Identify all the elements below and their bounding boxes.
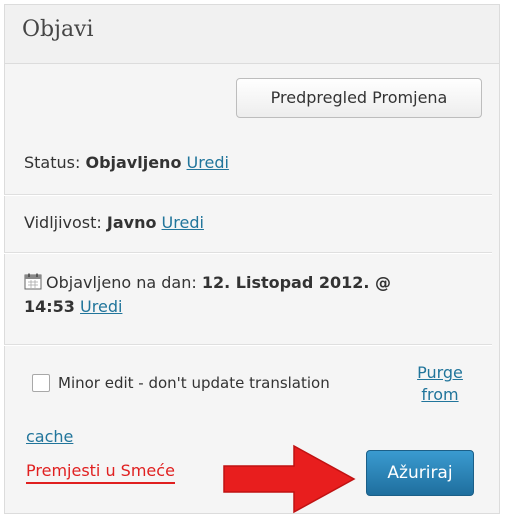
purge-cache-link-part1[interactable]: Purge from xyxy=(410,362,470,406)
status-value: Objavljeno xyxy=(85,153,182,172)
visibility-value: Javno xyxy=(106,213,157,232)
divider-highlight xyxy=(4,253,492,254)
calendar-icon xyxy=(24,273,42,296)
visibility-edit-link[interactable]: Uredi xyxy=(162,213,204,232)
purge-cache-link-part2[interactable]: cache xyxy=(26,426,73,448)
purge-cache-link-line3[interactable]: cache xyxy=(26,427,73,446)
visibility-label: Vidljivost: xyxy=(24,213,102,232)
preview-changes-button[interactable]: Predpregled Promjena xyxy=(236,78,482,118)
published-date: 12. Listopad 2012. @ xyxy=(201,273,392,292)
update-button[interactable]: Ažuriraj xyxy=(366,450,474,496)
red-arrow-annotation xyxy=(223,444,356,514)
status-label: Status: xyxy=(24,153,81,172)
minor-edit-label: Minor edit - don't update translation xyxy=(58,374,330,392)
divider-highlight xyxy=(4,345,492,346)
published-label: Objavljeno na dan: xyxy=(46,273,197,292)
published-edit-link[interactable]: Uredi xyxy=(80,297,122,316)
published-row: Objavljeno na dan: 12. Listopad 2012. @ … xyxy=(24,272,474,318)
purge-cache-link-line1[interactable]: Purge xyxy=(417,363,463,382)
move-to-trash-link[interactable]: Premjesti u Smeće xyxy=(26,460,175,484)
minor-edit-checkbox[interactable] xyxy=(32,374,50,392)
status-row: Status: Objavljeno Uredi xyxy=(24,152,229,174)
visibility-row: Vidljivost: Javno Uredi xyxy=(24,212,204,234)
publish-box-title: Objavi xyxy=(22,17,94,42)
published-time: 14:53 xyxy=(24,297,75,316)
purge-cache-link-line2[interactable]: from xyxy=(421,385,458,404)
status-edit-link[interactable]: Uredi xyxy=(187,153,229,172)
divider-highlight xyxy=(4,195,492,196)
